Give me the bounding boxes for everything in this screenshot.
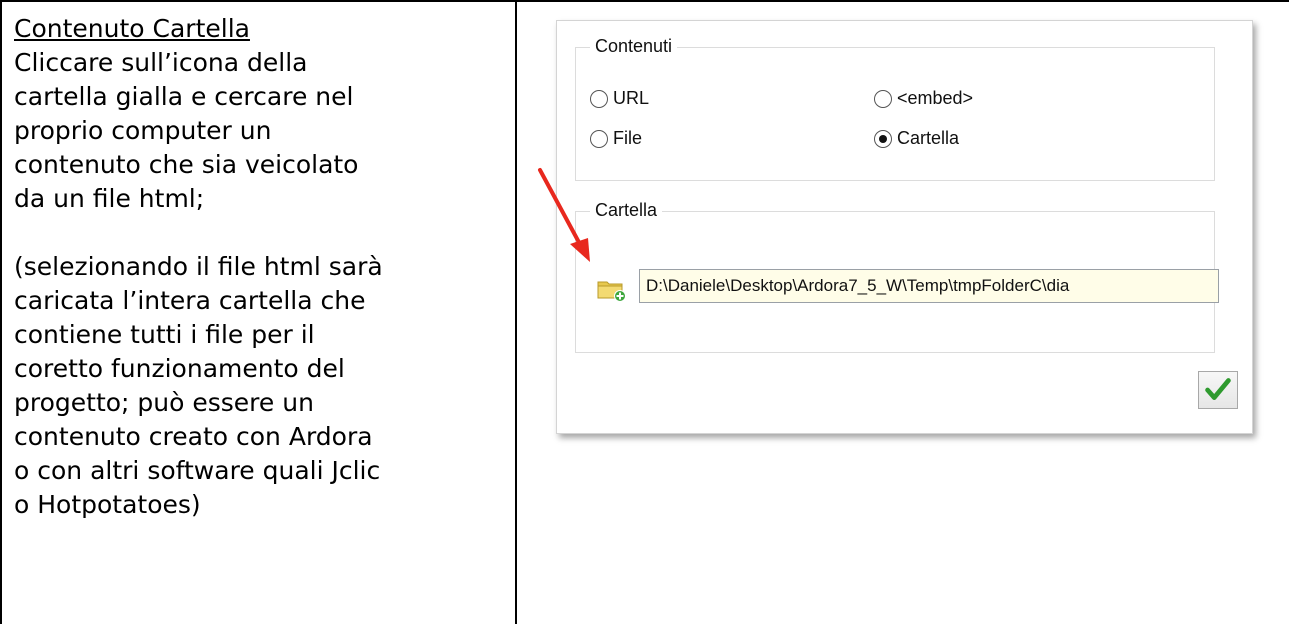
instructions-cell: Contenuto Cartella Cliccare sull’icona d… [0, 0, 517, 624]
instructions-text: Contenuto Cartella Cliccare sull’icona d… [14, 12, 509, 522]
radio-file[interactable]: File [590, 128, 642, 149]
paragraph-line: progetto; può essere un [14, 388, 314, 417]
paragraph-line: caricata l’intera cartella che [14, 286, 366, 315]
paragraph-line: da un file html; [14, 184, 205, 213]
paragraph-line: (selezionando il file html sarà [14, 252, 383, 281]
radio-file-label: File [613, 128, 643, 148]
contenuti-group-title: Contenuti [590, 36, 678, 57]
paragraph-line: contiene tutti i file per il [14, 320, 315, 349]
radio-url-label: URL [613, 88, 650, 108]
ok-button[interactable] [1198, 371, 1238, 409]
radio-circle[interactable] [590, 89, 608, 108]
section-heading: Contenuto Cartella [14, 14, 250, 43]
paragraph-line: contenuto che sia veicolato [14, 150, 359, 179]
checkmark-icon [1205, 378, 1231, 400]
contenuti-group: Contenuti URL <embed> File Cartella [575, 36, 1215, 181]
red-arrow-annotation [538, 168, 590, 262]
paragraph-line: Cliccare sull’icona della [14, 48, 308, 77]
paragraph-line: contenuto creato con Ardora [14, 422, 373, 451]
content-dialog: Contenuti URL <embed> File Cartella Cart… [556, 20, 1253, 434]
radio-embed[interactable]: <embed> [874, 88, 973, 109]
paragraph-line: o con altri software quali Jclic [14, 456, 381, 485]
radio-circle[interactable] [590, 129, 608, 148]
paragraph-line: cartella gialla e cercare nel [14, 82, 354, 111]
folder-path-field[interactable]: D:\Daniele\Desktop\Ardora7_5_W\Temp\tmpF… [639, 269, 1219, 303]
radio-embed-label: <embed> [897, 88, 974, 108]
radio-circle-checked[interactable] [874, 129, 892, 148]
radio-cartella[interactable]: Cartella [874, 128, 959, 149]
folder-add-icon[interactable] [597, 276, 627, 302]
radio-cartella-label: Cartella [897, 128, 960, 148]
paragraph-line: o Hotpotatoes) [14, 490, 201, 519]
radio-circle[interactable] [874, 89, 892, 108]
paragraph-line: proprio computer un [14, 116, 272, 145]
paragraph-line: coretto funzionamento del [14, 354, 345, 383]
radio-url[interactable]: URL [590, 88, 649, 109]
